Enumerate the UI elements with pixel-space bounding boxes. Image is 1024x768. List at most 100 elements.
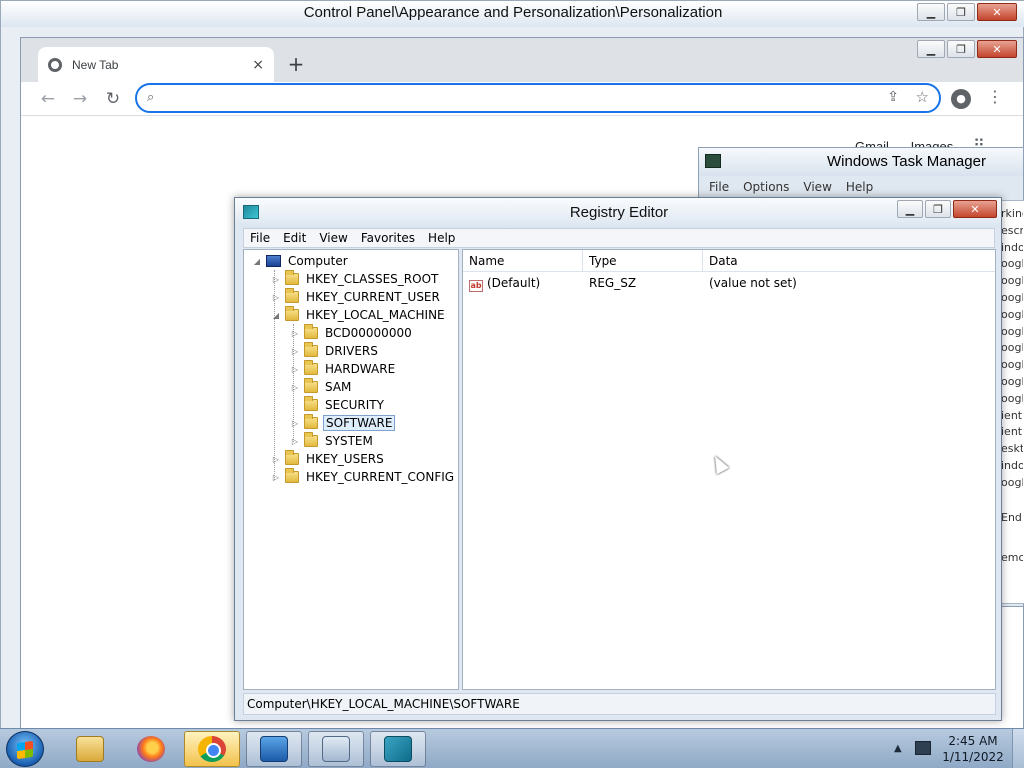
start-button[interactable]: [6, 731, 44, 767]
table-row[interactable]: ab (Default) REG_SZ (value not set): [463, 274, 995, 292]
chrome-minimize-button[interactable]: ▁: [917, 40, 945, 58]
menu-favorites[interactable]: Favorites: [361, 231, 415, 245]
tree-node-label: SAM: [325, 380, 352, 394]
back-arrow-icon[interactable]: ←: [37, 89, 59, 111]
expand-arrow-icon[interactable]: ▷: [271, 455, 281, 464]
expand-arrow-icon[interactable]: ▷: [290, 347, 300, 356]
expand-arrow-icon[interactable]: ▷: [290, 365, 300, 374]
taskbar-firefox-button[interactable]: [123, 731, 179, 767]
show-processes-text: emo: [1001, 551, 1023, 565]
expand-arrow-icon[interactable]: ▷: [271, 293, 281, 302]
menu-view[interactable]: View: [319, 231, 347, 245]
process-text: oogle: [1001, 358, 1023, 372]
bookmark-star-icon[interactable]: ☆: [916, 88, 929, 106]
tm-menu-view[interactable]: View: [803, 180, 831, 194]
tree-node-hkey-current-config[interactable]: ▷ HKEY_CURRENT_CONFIG: [271, 468, 456, 486]
regedit-minimize-button[interactable]: ▁: [897, 200, 923, 218]
clock-time: 2:45 AM: [948, 734, 998, 748]
folder-icon: [285, 288, 299, 303]
share-icon[interactable]: ⇪: [887, 89, 899, 105]
tree-node-security[interactable]: SECURITY: [290, 396, 386, 414]
show-desktop-button[interactable]: [1012, 729, 1024, 768]
system-clock[interactable]: 2:45 AM 1/11/2022: [940, 733, 1006, 765]
folder-icon: [304, 360, 318, 375]
process-text: oogle: [1001, 374, 1023, 388]
menu-edit[interactable]: Edit: [283, 231, 306, 245]
tree-node-drivers[interactable]: ▷ DRIVERS: [290, 342, 380, 360]
network-icon[interactable]: [915, 741, 931, 755]
registry-values-pane[interactable]: Name Type Data ab (Default) REG_SZ (value…: [462, 249, 996, 690]
column-header-data[interactable]: Data: [703, 250, 995, 272]
folder-icon: [304, 378, 318, 393]
tree-node-software[interactable]: ▷ SOFTWARE: [290, 414, 396, 432]
menu-help[interactable]: Help: [428, 231, 455, 245]
registry-editor-title: Registry Editor: [569, 204, 669, 221]
tab-new-tab[interactable]: New Tab ×: [38, 47, 274, 82]
tree-node-label: HKEY_CURRENT_CONFIG: [306, 470, 455, 484]
tree-node-hkey-users[interactable]: ▷ HKEY_USERS: [271, 450, 386, 468]
tm-menu-help[interactable]: Help: [846, 180, 873, 194]
chrome-maximize-button[interactable]: ❐: [947, 40, 975, 58]
taskbar-regedit-button[interactable]: [370, 731, 426, 767]
tree-node-bcd00000000[interactable]: ▷ BCD00000000: [290, 324, 414, 342]
minimize-button[interactable]: ▁: [917, 3, 945, 21]
column-header-name[interactable]: Name: [463, 250, 583, 272]
tree-node-label: HKEY_CLASSES_ROOT: [306, 272, 439, 286]
tree-node-hardware[interactable]: ▷ HARDWARE: [290, 360, 397, 378]
omnibox[interactable]: ⌕ ⇪ ☆: [135, 83, 941, 113]
taskbar-explorer-button[interactable]: [62, 731, 118, 767]
expand-arrow-icon[interactable]: ▷: [271, 473, 281, 482]
restore-button[interactable]: ❐: [947, 3, 975, 21]
regedit-close-button[interactable]: ✕: [953, 200, 997, 218]
expand-arrow-icon[interactable]: ▷: [290, 419, 300, 428]
expand-arrow-icon[interactable]: ▷: [290, 329, 300, 338]
address-bar-input[interactable]: [169, 88, 869, 108]
registry-editor-window: Registry Editor ▁ ❐ ✕ File Edit View Fav…: [234, 197, 1002, 721]
tab-close-icon[interactable]: ×: [252, 57, 264, 73]
reload-icon[interactable]: ↻: [102, 89, 124, 111]
expand-arrow-icon[interactable]: ▷: [290, 437, 300, 446]
profile-avatar-icon[interactable]: ●: [951, 89, 971, 109]
folder-icon: [304, 432, 318, 447]
task-manager-app-icon: [705, 154, 721, 168]
chrome-tab-icon: [48, 57, 62, 72]
new-tab-button[interactable]: +: [283, 52, 309, 78]
tree-node-computer[interactable]: ◢ Computer: [252, 252, 350, 270]
process-text: oogle: [1001, 391, 1023, 405]
tree-node-label: HARDWARE: [325, 362, 396, 376]
tm-menu-file[interactable]: File: [709, 180, 729, 194]
chrome-menu-icon[interactable]: ⋮: [987, 87, 1003, 106]
value-name-cell: ab (Default): [469, 274, 540, 292]
taskbar-chrome-button[interactable]: [184, 731, 240, 767]
process-text: ient: [1001, 425, 1023, 439]
tree-node-hkey-classes-root[interactable]: ▷ HKEY_CLASSES_ROOT: [271, 270, 440, 288]
show-hidden-icons-icon[interactable]: ▲: [894, 743, 902, 754]
tree-node-system[interactable]: ▷ SYSTEM: [290, 432, 375, 450]
task-manager-icon: [322, 736, 350, 762]
tree-node-sam[interactable]: ▷ SAM: [290, 378, 353, 396]
end-process-button[interactable]: End: [1001, 510, 1023, 527]
taskbar-task-manager-button[interactable]: [308, 731, 364, 767]
process-text: ient: [1001, 408, 1023, 422]
firefox-icon: [137, 736, 165, 762]
process-text: escri: [1001, 223, 1023, 237]
close-button[interactable]: ✕: [977, 3, 1017, 21]
taskbar-control-panel-button[interactable]: [246, 731, 302, 767]
column-header-type[interactable]: Type: [583, 250, 703, 272]
tree-node-hkey-local-machine[interactable]: ◢ HKEY_LOCAL_MACHINE: [271, 306, 447, 324]
tree-node-label: SECURITY: [325, 398, 384, 412]
menu-file[interactable]: File: [250, 231, 270, 245]
chrome-close-button[interactable]: ✕: [977, 40, 1017, 58]
regedit-maximize-button[interactable]: ❐: [925, 200, 951, 218]
expand-arrow-icon[interactable]: ▷: [290, 383, 300, 392]
forward-arrow-icon[interactable]: →: [69, 89, 91, 111]
registry-editor-titlebar: Registry Editor ▁ ❐ ✕: [235, 198, 1001, 228]
tm-menu-options[interactable]: Options: [743, 180, 789, 194]
task-manager-process-column: rking escri indo oogle oogle oogle oogle…: [1001, 206, 1023, 567]
collapse-arrow-icon[interactable]: ◢: [252, 257, 262, 266]
control-panel-window-controls: ▁ ❐ ✕: [917, 3, 1017, 21]
registry-tree-pane[interactable]: ◢ Computer ▷ HKEY_CLASSES_ROOT ▷ HKEY_CU…: [243, 249, 459, 690]
expand-arrow-icon[interactable]: ▷: [271, 275, 281, 284]
tree-node-hkey-current-user[interactable]: ▷ HKEY_CURRENT_USER: [271, 288, 442, 306]
collapse-arrow-icon[interactable]: ◢: [271, 311, 281, 320]
